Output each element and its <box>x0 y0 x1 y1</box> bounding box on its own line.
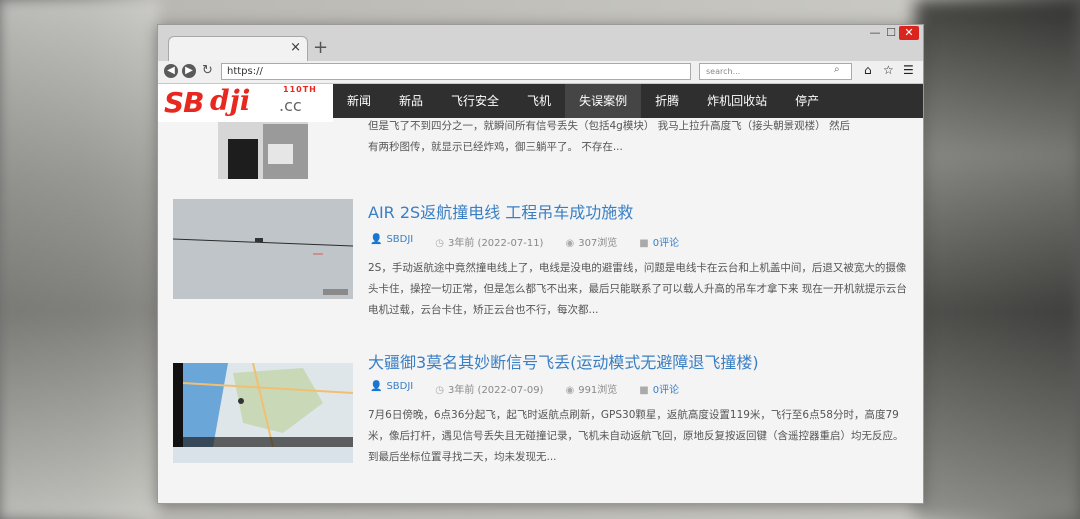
excerpt-line: 有两秒图传，就显示已经炸鸡，御三躺平了。 不存在... <box>368 141 623 153</box>
forward-arrow-icon[interactable]: ▶ <box>182 64 196 78</box>
logo-dji-text: dji <box>210 84 251 117</box>
user-icon: 👤 <box>370 381 383 392</box>
nav-item-mistake-cases[interactable]: 失误案例 <box>565 84 642 118</box>
post-date: ◷ 3年前 (2022-07-11) <box>435 234 543 249</box>
nav-item-discontinued[interactable]: 停产 <box>781 84 833 118</box>
home-icon[interactable]: ⌂ <box>864 63 872 77</box>
post-date: ◷ 3年前 (2022-07-09) <box>435 381 543 396</box>
thumbnail-image <box>173 199 353 299</box>
article-meta: 👤 SBDJI ◷ 3年前 (2022-07-09) ◉ 991浏览 ■ 0评论 <box>370 381 679 396</box>
address-toolbar: ◀ ▶ ↻ https:// search... ⌕ ⌂ ☆ ☰ <box>158 61 923 84</box>
close-window-button[interactable]: ✕ <box>899 26 919 40</box>
logo-tag-text: 110TH <box>283 85 317 94</box>
back-arrow-icon[interactable]: ◀ <box>164 64 178 78</box>
comments-text: 0评论 <box>652 385 680 396</box>
article-thumbnail[interactable] <box>173 363 353 463</box>
maximize-button[interactable]: ☐ <box>882 26 900 40</box>
main-menu: 新闻 新品 飞行安全 飞机 失误案例 折腾 炸机回收站 停产 <box>333 84 833 118</box>
views-text: 307浏览 <box>578 238 618 249</box>
excerpt-line: 但是飞了不到四分之一，就瞬间所有信号丢失（包括4g模块） 我马上拉升高度飞（接头… <box>368 120 851 132</box>
view-count: ◉ 307浏览 <box>565 234 617 249</box>
article-meta: 👤 SBDJI ◷ 3年前 (2022-07-11) ◉ 307浏览 ■ 0评论 <box>370 234 679 249</box>
date-text: 3年前 (2022-07-11) <box>448 238 544 249</box>
site-navbar: SB dji 110TH .cc 新闻 新品 飞行安全 飞机 失误案例 折腾 炸… <box>158 84 923 122</box>
browser-tab[interactable]: × <box>168 36 308 62</box>
views-text: 991浏览 <box>578 385 618 396</box>
search-input[interactable]: search... <box>699 63 852 80</box>
url-input[interactable]: https:// <box>221 63 691 80</box>
date-text: 3年前 (2022-07-09) <box>448 385 544 396</box>
user-icon: 👤 <box>370 234 383 245</box>
nav-item-flight-safety[interactable]: 飞行安全 <box>437 84 513 118</box>
browser-window: × + — ☐ ✕ ◀ ▶ ↻ https:// search... ⌕ ⌂ ☆… <box>157 24 924 504</box>
article-excerpt: 2S，手动返航途中竟然撞电线上了，电线是没电的避雷线，问题是电线卡在云台和上机盖… <box>368 262 907 316</box>
article-title[interactable]: 大疆御3莫名其妙断信号飞丢(运动模式无避障退飞撞楼) <box>368 349 759 373</box>
nav-item-news[interactable]: 新闻 <box>333 84 385 118</box>
reload-icon[interactable]: ↻ <box>202 63 213 78</box>
clock-icon: ◷ <box>435 238 444 249</box>
comments-text: 0评论 <box>652 238 680 249</box>
article-excerpt: 但是飞了不到四分之一，就瞬间所有信号丢失（包括4g模块） 我马上拉升高度飞（接头… <box>368 116 913 158</box>
nav-item-aircraft[interactable]: 飞机 <box>513 84 565 118</box>
article-title[interactable]: AIR 2S返航撞电线 工程吊车成功施救 <box>368 199 633 223</box>
star-icon[interactable]: ☆ <box>883 63 894 77</box>
comments-link[interactable]: ■ 0评论 <box>639 234 679 249</box>
article-excerpt: 7月6日傍晚，6点36分起飞，起飞时返航点刷新，GPS30颗星，返航高度设置11… <box>368 409 904 463</box>
search-icon[interactable]: ⌕ <box>834 64 840 75</box>
background-blur-left <box>0 0 160 519</box>
eye-icon: ◉ <box>565 238 575 249</box>
article-thumbnail[interactable] <box>173 199 353 299</box>
comments-link[interactable]: ■ 0评论 <box>639 381 679 396</box>
clock-icon: ◷ <box>435 385 444 396</box>
site-logo[interactable]: SB dji 110TH .cc <box>158 84 333 122</box>
eye-icon: ◉ <box>565 385 575 396</box>
author-link[interactable]: 👤 SBDJI <box>370 381 413 396</box>
tab-close-icon[interactable]: × <box>290 40 301 55</box>
author-name: SBDJI <box>386 234 414 245</box>
thumbnail-image <box>173 363 353 448</box>
new-tab-button[interactable]: + <box>313 37 328 58</box>
view-count: ◉ 991浏览 <box>565 381 617 396</box>
author-link[interactable]: 👤 SBDJI <box>370 234 413 249</box>
nav-item-crash-recycle[interactable]: 炸机回收站 <box>693 84 781 118</box>
hamburger-icon[interactable]: ☰ <box>903 63 914 77</box>
author-name: SBDJI <box>386 381 414 392</box>
comment-icon: ■ <box>639 238 649 249</box>
title-bar: × + — ☐ ✕ <box>158 25 923 62</box>
web-page: 但是飞了不到四分之一，就瞬间所有信号丢失（包括4g模块） 我马上拉升高度飞（接头… <box>158 84 923 503</box>
background-blur-right <box>915 0 1080 519</box>
nav-item-new-products[interactable]: 新品 <box>385 84 437 118</box>
logo-sb-text: SB <box>164 86 205 119</box>
comment-icon: ■ <box>639 385 649 396</box>
nav-item-tinkering[interactable]: 折腾 <box>641 84 693 118</box>
logo-cc-text: .cc <box>279 96 302 115</box>
